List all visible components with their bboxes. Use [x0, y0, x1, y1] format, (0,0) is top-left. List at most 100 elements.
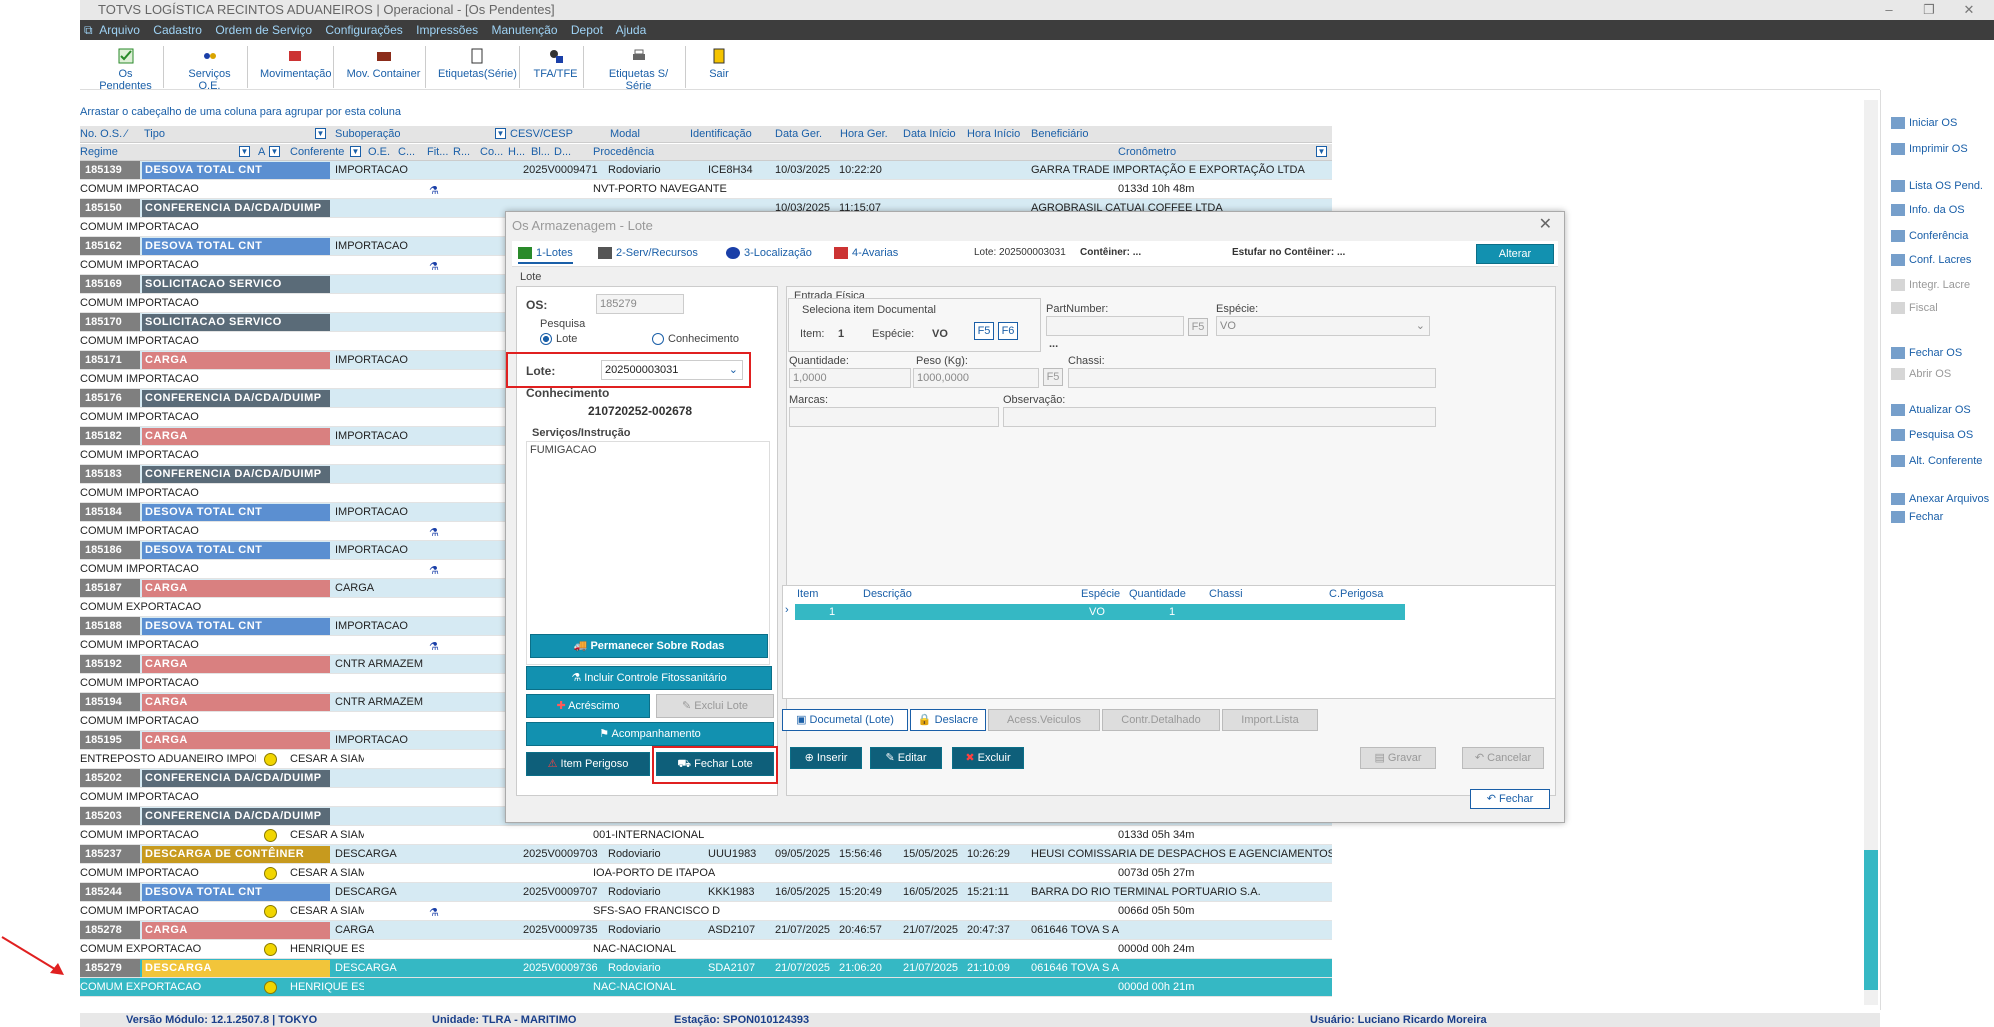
col-c-perigosa[interactable]: C.Perigosa	[1329, 588, 1383, 600]
table-row[interactable]: COMUM EXPORTACAO HENRIQUE ES NAC-NACIONA…	[80, 978, 1332, 997]
col-cesv[interactable]: CESV/CESP	[510, 128, 573, 140]
acompanhamento-button[interactable]: ⚑ Acompanhamento	[526, 722, 774, 746]
toolbar-mov-container[interactable]: Mov. Container	[342, 46, 426, 88]
action-pesquisa-os[interactable]: Pesquisa OS	[1891, 429, 1973, 442]
col-a[interactable]: A	[258, 146, 265, 158]
col-conferente[interactable]: Conferente	[290, 146, 344, 158]
filter-cronometro-icon[interactable]: ▼	[1316, 146, 1327, 157]
tab-localizacao[interactable]: 3-Localização	[726, 247, 812, 260]
col-fit[interactable]: Fit...	[427, 146, 448, 158]
editar-button[interactable]: ✎ Editar	[870, 747, 942, 769]
f6-button[interactable]: F6	[998, 322, 1018, 340]
col-procedencia[interactable]: Procedência	[593, 146, 654, 158]
chassi-field[interactable]	[1068, 368, 1436, 388]
col-suboperacao[interactable]: Suboperação	[335, 128, 400, 140]
action-imprimir-os[interactable]: Imprimir OS	[1891, 143, 1968, 156]
f5-partnumber-button[interactable]: F5	[1188, 318, 1208, 336]
table-row[interactable]: 185139 DESOVA TOTAL CNT IMPORTACAO 2025V…	[80, 161, 1332, 180]
subtab-documental[interactable]: ▣ Documetal (Lote)	[782, 709, 908, 731]
action-lista-os-pend[interactable]: Lista OS Pend.	[1891, 180, 1983, 193]
col-regime[interactable]: Regime	[80, 146, 118, 158]
col-modal[interactable]: Modal	[610, 128, 640, 140]
especie-select[interactable]: VO ⌄	[1216, 316, 1430, 336]
tab-serv-recursos[interactable]: 2-Serv/Recursos	[598, 247, 698, 260]
f5-peso-button[interactable]: F5	[1043, 368, 1063, 386]
col-chassi[interactable]: Chassi	[1209, 588, 1243, 600]
col-hora-ger[interactable]: Hora Ger.	[840, 128, 888, 140]
col-identificacao[interactable]: Identificação	[690, 128, 752, 140]
subtab-contr-detalhado[interactable]: Contr.Detalhado	[1102, 709, 1220, 731]
action-integr-lacre[interactable]: Integr. Lacre	[1891, 279, 1970, 292]
exclui-lote-button[interactable]: ✎ Exclui Lote	[656, 694, 774, 718]
tab-lotes[interactable]: 1-Lotes	[518, 247, 573, 265]
table-row[interactable]: 185279 DESCARGA DESCARGA 2025V0009736 Ro…	[80, 959, 1332, 978]
col-no-os[interactable]: No. O.S. ⁄	[80, 128, 127, 140]
acrescimo-button[interactable]: ✚ Acréscimo	[526, 694, 650, 718]
radio-conhecimento[interactable]	[652, 333, 664, 345]
toolbar-etiquetas-sem-serie[interactable]: Etiquetas S/ Série	[592, 46, 686, 92]
chevron-down-icon[interactable]: ⌄	[1416, 317, 1425, 335]
action-atualizar-os[interactable]: Atualizar OS	[1891, 404, 1971, 417]
col-quantidade[interactable]: Quantidade	[1129, 588, 1186, 600]
action-fechar-os[interactable]: Fechar OS	[1891, 347, 1962, 360]
action-abrir-os[interactable]: Abrir OS	[1891, 368, 1951, 381]
col-oe[interactable]: O.E.	[368, 146, 390, 158]
item-perigoso-button[interactable]: ⚠ Item Perigoso	[526, 752, 650, 776]
menu-impressoes[interactable]: Impressões	[416, 23, 478, 37]
dialog-close-icon[interactable]: ✕	[1539, 214, 1552, 234]
action-conferencia[interactable]: Conferência	[1891, 230, 1968, 243]
action-alt-conferente[interactable]: Alt. Conferente	[1891, 455, 1982, 468]
permanecer-sobre-rodas-button[interactable]: 🚚 Permanecer Sobre Rodas	[530, 634, 768, 658]
incluir-controle-fitossanitario-button[interactable]: ⚗ Incluir Controle Fitossanitário	[526, 666, 772, 690]
menu-arquivo[interactable]: Arquivo	[99, 23, 140, 37]
fechar-button[interactable]: ↶ Fechar	[1470, 789, 1550, 809]
subtab-import-lista[interactable]: Import.Lista	[1222, 709, 1318, 731]
inserir-button[interactable]: ⊕ Inserir	[790, 747, 862, 769]
filter-suboperacao-icon[interactable]: ▼	[495, 128, 506, 139]
col-descricao[interactable]: Descrição	[863, 588, 912, 600]
peso-field[interactable]: 1000,0000	[913, 368, 1039, 388]
radio-lote[interactable]	[540, 333, 552, 345]
col-especie[interactable]: Espécie	[1081, 588, 1120, 600]
table-row[interactable]: COMUM IMPORTACAO CESAR A SIAM ⚗ SFS-SAO …	[80, 902, 1332, 921]
filter-a-icon[interactable]: ▼	[269, 146, 280, 157]
filter-conferente-icon[interactable]: ▼	[350, 146, 361, 157]
toolbar-etiquetas-serie[interactable]: Etiquetas(Série)	[434, 46, 520, 88]
col-beneficiario[interactable]: Beneficiário	[1031, 128, 1088, 140]
col-cronometro[interactable]: Cronômetro	[1118, 146, 1176, 158]
col-co[interactable]: Co...	[480, 146, 503, 158]
action-anexar-arquivos[interactable]: Anexar Arquivos	[1891, 493, 1989, 506]
quantidade-field[interactable]: 1,0000	[789, 368, 911, 388]
col-d[interactable]: D...	[554, 146, 571, 158]
minimize-icon[interactable]: –	[1874, 0, 1904, 20]
toolbar-sair[interactable]: Sair	[694, 46, 744, 88]
menu-manutencao[interactable]: Manutenção	[491, 23, 557, 37]
excluir-button[interactable]: ✖ Excluir	[952, 747, 1024, 769]
col-h[interactable]: H...	[508, 146, 525, 158]
col-hora-inicio[interactable]: Hora Início	[967, 128, 1020, 140]
gravar-button[interactable]: ▤ Gravar	[1360, 747, 1436, 769]
col-item[interactable]: Item	[797, 588, 818, 600]
maximize-icon[interactable]: ❐	[1914, 0, 1944, 20]
items-table-row[interactable]: 1 VO 1	[795, 604, 1405, 620]
grid-scrollbar-thumb[interactable]	[1864, 850, 1878, 990]
action-info-da-os[interactable]: Info. da OS	[1891, 204, 1965, 217]
app-menu-icon[interactable]: ⧉	[84, 23, 93, 37]
action-fechar[interactable]: Fechar	[1891, 511, 1943, 524]
f5-button[interactable]: F5	[974, 322, 994, 340]
alterar-button[interactable]: Alterar	[1476, 244, 1554, 264]
cancelar-button[interactable]: ↶ Cancelar	[1462, 747, 1544, 769]
table-row[interactable]: COMUM IMPORTACAO CESAR A SIAM 001-INTERN…	[80, 826, 1332, 845]
col-data-inicio[interactable]: Data Início	[903, 128, 956, 140]
subtab-deslacre[interactable]: 🔒 Deslacre	[910, 709, 986, 731]
table-row[interactable]: 185237 DESCARGA DE CONTÊINER DESCARGA 20…	[80, 845, 1332, 864]
filter-regime-icon[interactable]: ▼	[239, 146, 250, 157]
subtab-acess-veiculos[interactable]: Acess.Veiculos	[988, 709, 1100, 731]
servicos-textarea[interactable]: FUMIGACAO	[526, 441, 770, 665]
menu-ordem-servico[interactable]: Ordem de Serviço	[215, 23, 312, 37]
tab-avarias[interactable]: 4-Avarias	[834, 247, 898, 260]
table-row[interactable]: 185278 CARGA CARGA 2025V0009735 Rodoviar…	[80, 921, 1332, 940]
table-row[interactable]: COMUM IMPORTACAO CESAR A SIAM IOA-PORTO …	[80, 864, 1332, 883]
action-iniciar-os[interactable]: Iniciar OS	[1891, 117, 1957, 130]
action-fiscal[interactable]: Fiscal	[1891, 302, 1938, 315]
